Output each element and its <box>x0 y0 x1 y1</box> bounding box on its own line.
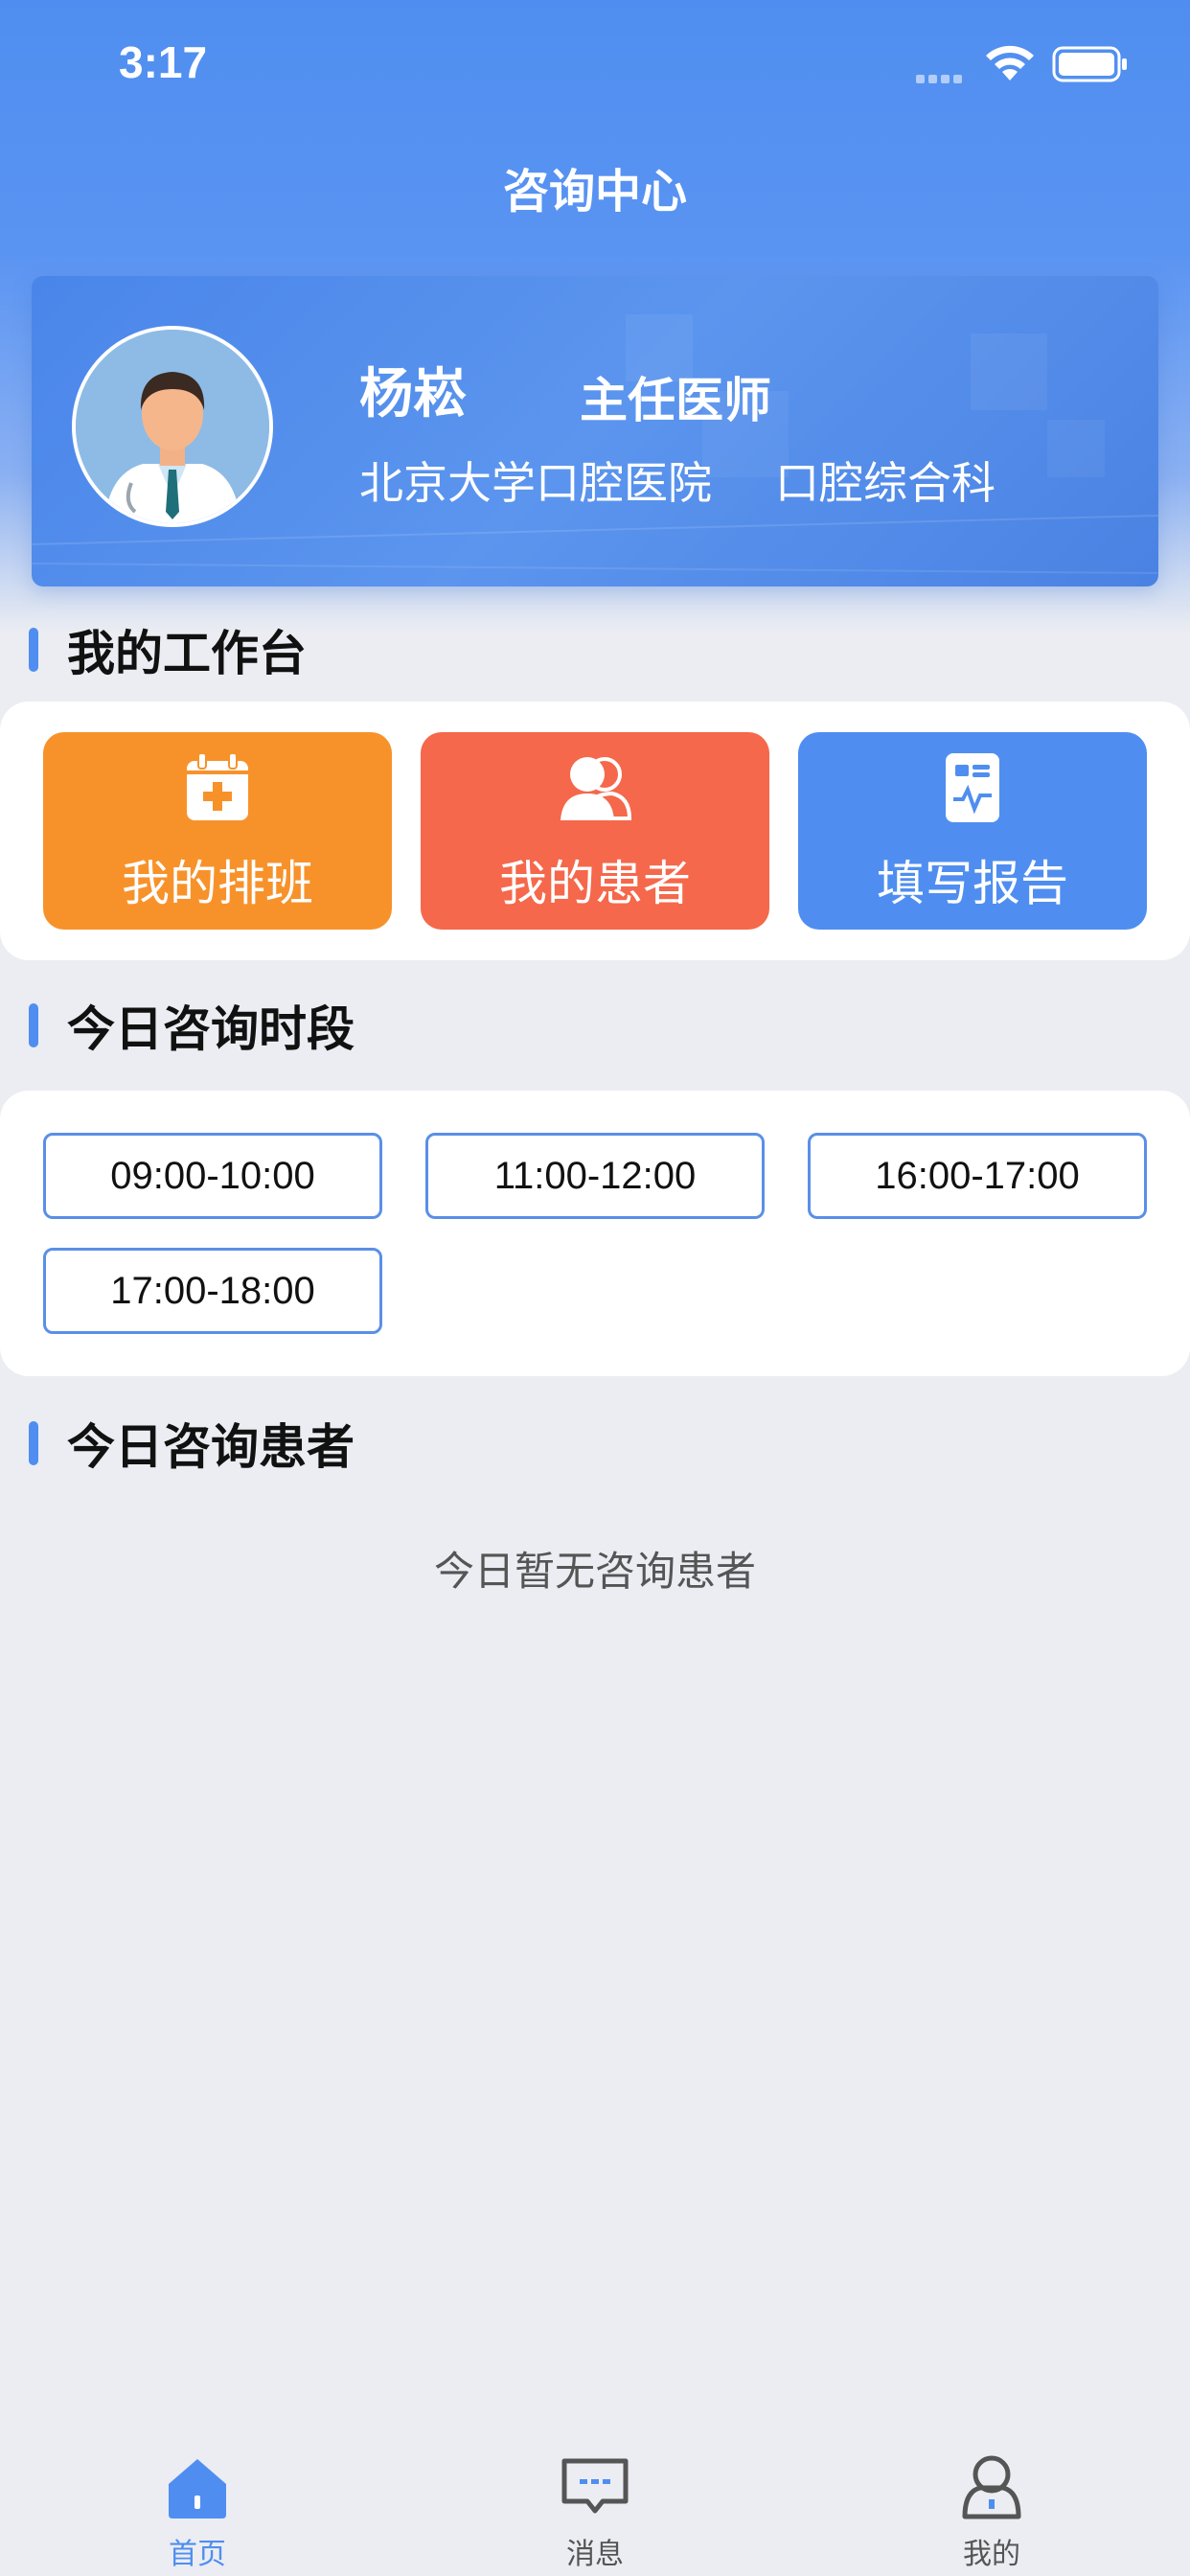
timeslot-chip[interactable]: 17:00-18:00 <box>43 1248 382 1334</box>
patients-icon <box>561 757 631 820</box>
report-icon <box>946 753 999 822</box>
status-bar: 3:17 <box>0 0 1190 134</box>
write-report-label: 填写报告 <box>877 856 1068 911</box>
timeslots-panel: 09:00-10:00 11:00-12:00 16:00-17:00 17:0… <box>0 1091 1190 1376</box>
my-patients-label: 我的患者 <box>499 856 691 911</box>
my-schedule-label: 我的排班 <box>122 856 313 911</box>
my-schedule-button[interactable]: 我的排班 <box>43 732 392 930</box>
write-report-button[interactable]: 填写报告 <box>798 732 1147 930</box>
doctor-title: 主任医师 <box>580 373 771 428</box>
section-accent-bar <box>29 1003 38 1047</box>
doctor-profile-card[interactable]: 杨崧 主任医师 北京大学口腔医院 口腔综合科 <box>32 276 1158 586</box>
home-icon <box>169 2459 226 2518</box>
empty-patients-text: 今日暂无咨询患者 <box>433 1548 756 1595</box>
message-icon <box>561 2458 629 2514</box>
cellular-signal-icon <box>916 69 970 83</box>
section-accent-bar <box>29 1421 38 1465</box>
profile-icon <box>962 2455 1021 2519</box>
tab-messages[interactable]: 消息 <box>480 2434 710 2576</box>
tab-label: 消息 <box>566 2538 624 2571</box>
workbench-panel: 我的排班 我的患者 填写报告 <box>0 702 1190 960</box>
tab-home[interactable]: 首页 <box>82 2434 312 2576</box>
doctor-hospital: 北京大学口腔医院 <box>359 457 712 509</box>
calendar-plus-icon <box>187 752 248 820</box>
section-accent-bar <box>29 628 38 672</box>
section-title: 我的工作台 <box>67 626 307 681</box>
section-title: 今日咨询时段 <box>67 1001 355 1057</box>
timeslot-chip[interactable]: 11:00-12:00 <box>425 1133 765 1219</box>
tab-profile[interactable]: 我的 <box>877 2434 1107 2576</box>
timeslot-chip[interactable]: 09:00-10:00 <box>43 1133 382 1219</box>
battery-icon <box>1052 46 1127 82</box>
tab-label: 我的 <box>963 2538 1020 2571</box>
status-time: 3:17 <box>119 37 208 87</box>
tab-label: 首页 <box>169 2538 226 2571</box>
doctor-avatar <box>72 326 273 527</box>
section-timeslots: 今日咨询时段 <box>29 997 355 1057</box>
section-workbench: 我的工作台 <box>29 621 307 681</box>
timeslot-chip[interactable]: 16:00-17:00 <box>808 1133 1147 1219</box>
my-patients-button[interactable]: 我的患者 <box>421 732 769 930</box>
wifi-icon <box>986 45 1034 80</box>
bottom-tab-bar: 首页 消息 我的 <box>0 2434 1190 2576</box>
section-title: 今日咨询患者 <box>67 1419 355 1475</box>
doctor-name: 杨崧 <box>359 363 467 426</box>
doctor-department: 口腔综合科 <box>775 457 995 509</box>
page-title: 咨询中心 <box>502 165 687 218</box>
section-patients: 今日咨询患者 <box>29 1414 355 1475</box>
